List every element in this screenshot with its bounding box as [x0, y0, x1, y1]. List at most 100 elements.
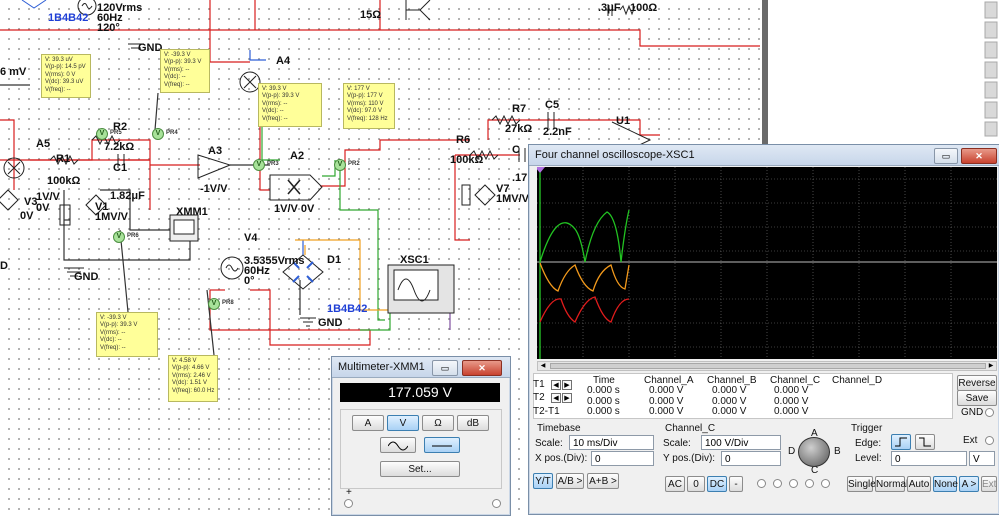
probe-tag: PR6 — [127, 233, 139, 239]
timebase-xpos-field[interactable]: 0 — [591, 451, 654, 466]
probe-reading: V(dc): 1.51 V — [172, 380, 208, 387]
r6-value: 100kΩ — [450, 154, 484, 166]
oscilloscope-screen[interactable] — [537, 167, 997, 359]
scrollbar-right-arrow[interactable]: ▶ — [986, 362, 996, 370]
probe-marker-icon[interactable]: V — [96, 128, 108, 140]
trigger-none-button[interactable]: None — [933, 476, 958, 492]
v3-off: 0V — [36, 202, 50, 214]
yt-mode-button[interactable]: Y/T — [533, 473, 553, 489]
header-channel-d: Channel_D — [832, 375, 883, 386]
probe-box-1[interactable]: V: 39.3 uV V(p-p): 14.5 pV V(rms): 0 V V(dc… — [41, 54, 91, 98]
rising-edge-button[interactable] — [891, 434, 911, 450]
probe-reading: V(dc): -- — [164, 74, 186, 81]
a-plus-b-mode-button[interactable]: A+B > — [587, 473, 619, 489]
channel-ypos-field[interactable]: 0 — [721, 451, 781, 466]
multimeter-close-button[interactable]: ✕ — [462, 360, 502, 376]
channel-selector-knob[interactable] — [798, 437, 830, 467]
probe-reading: V: 39.3 uV — [45, 57, 73, 63]
probe-reading: V: -39.3 V — [100, 315, 127, 321]
probe-box-5[interactable]: V: -39.3 V V(p-p): 39.3 V V(rms): -- V(dc):… — [96, 312, 158, 357]
channel-terminal-3[interactable] — [789, 479, 798, 488]
falling-edge-button[interactable] — [915, 434, 935, 450]
channel-ypos-label: Y pos.(Div): — [663, 453, 716, 464]
probe-box-3[interactable]: V: 39.3 V V(p-p): 39.3 V V(rms): -- V(dc): … — [258, 83, 322, 127]
channel-a-value: 0.000 V — [649, 406, 684, 417]
mode-button-ohm[interactable]: Ω — [422, 415, 454, 431]
t2-left-arrow-icon[interactable]: ◀ — [551, 393, 561, 403]
coupling-minus-button[interactable]: - — [729, 476, 743, 492]
dc-button[interactable] — [424, 437, 460, 453]
mode-button-a[interactable]: A — [352, 415, 384, 431]
probe-box-6[interactable]: V: 4.58 V V(p-p): 4.66 V V(rms): 2.46 V V(d… — [168, 355, 218, 402]
gnd-terminal[interactable] — [985, 408, 994, 417]
trigger-level-unit[interactable]: V — [969, 451, 995, 466]
probe-marker-icon[interactable]: V — [208, 298, 220, 310]
trigger-source-a-button[interactable]: A > — [959, 476, 979, 492]
trigger-level-field[interactable]: 0 — [891, 451, 967, 466]
trigger-source-ext-button[interactable]: Ext — [981, 476, 997, 492]
channel-scale-field[interactable]: 100 V/Div — [701, 435, 781, 450]
oscilloscope-restore-button[interactable]: ▭ — [934, 148, 958, 164]
trigger-ext-terminal[interactable] — [985, 436, 994, 445]
probe-marker-icon[interactable]: V — [334, 159, 346, 171]
channel-terminal-4[interactable] — [805, 479, 814, 488]
probe-marker-icon[interactable]: V — [253, 159, 265, 171]
probe-reading: V(freq): -- — [164, 81, 190, 88]
probe-reading: V(freq): -- — [100, 344, 126, 351]
scrollbar-left-arrow[interactable]: ◀ — [538, 362, 548, 370]
probe-tag: PR5 — [110, 130, 122, 136]
timebase-scale-field[interactable]: 10 ms/Div — [569, 435, 654, 450]
trigger-auto-button[interactable]: Auto — [907, 476, 931, 492]
channel-terminal-5[interactable] — [821, 479, 830, 488]
reverse-button[interactable]: Reverse — [957, 375, 997, 391]
set-button[interactable]: Set... — [380, 461, 460, 477]
probe-marker-icon[interactable]: V — [113, 231, 125, 243]
trigger-edge-label: Edge: — [855, 438, 882, 449]
channel-b-value: 0.000 V — [712, 385, 747, 396]
bridge-1b4b42-top: 1B4B42 — [48, 12, 89, 24]
scrollbar-thumb[interactable] — [550, 363, 986, 369]
channel-terminal-2[interactable] — [773, 479, 782, 488]
mode-button-db[interactable]: dB — [457, 415, 489, 431]
screen-scrollbar[interactable]: ◀ ▶ — [537, 361, 997, 371]
a4-label: A4 — [276, 55, 291, 67]
knob-label-d: D — [788, 446, 796, 457]
channel-c-value: 0.000 V — [774, 385, 809, 396]
multimeter-restore-button[interactable]: ▭ — [432, 360, 458, 376]
probe-marker-icon[interactable]: V — [152, 128, 164, 140]
probe-reading: V(freq): 60.0 Hz — [172, 387, 215, 394]
t1-left-arrow-icon[interactable]: ◀ — [551, 380, 561, 390]
coupling-zero-button[interactable]: 0 — [687, 476, 705, 492]
ab-mode-button[interactable]: A/B > — [556, 473, 584, 489]
multimeter-reading: 177.059 V — [388, 384, 452, 400]
oscilloscope-titlebar[interactable]: Four channel oscilloscope-XSC1 — [529, 145, 999, 166]
a2-label: A2 — [290, 150, 305, 162]
trigger-normal-button[interactable]: Normal — [875, 476, 908, 492]
coupling-dc-button[interactable]: DC — [707, 476, 727, 492]
channel-terminal-1[interactable] — [757, 479, 766, 488]
plus-terminal[interactable] — [344, 499, 353, 508]
rising-edge-icon — [895, 437, 907, 447]
channel-a-value: 0.000 V — [649, 385, 684, 396]
oscilloscope-close-button[interactable]: ✕ — [961, 148, 997, 164]
v1-gain: 1MV/V — [95, 211, 129, 223]
probe-tag: PR2 — [348, 161, 360, 167]
oscilloscope-window[interactable]: Four channel oscilloscope-XSC1 ▭ ✕ ◀ ▶ T… — [528, 144, 999, 515]
r1-value: 100kΩ — [47, 175, 81, 187]
r2-value: 7.2kΩ — [104, 141, 135, 153]
minus-terminal[interactable] — [492, 499, 501, 508]
d1-part: 1B4B42 — [327, 303, 368, 315]
coupling-ac-button[interactable]: AC — [665, 476, 685, 492]
ac-button[interactable] — [380, 437, 416, 453]
probe-box-4[interactable]: V: 177 V V(p-p): 177 V V(rms): 110 V V(dc):… — [343, 83, 395, 129]
v3-off2: 0V — [20, 210, 34, 222]
probe-box-2[interactable]: V: -39.3 V V(p-p): 39.3 V V(rms): -- V(dc):… — [160, 49, 210, 93]
trigger-single-button[interactable]: Single — [847, 476, 876, 492]
probe-reading: V(p-p): 39.3 V — [164, 59, 202, 66]
probe-tag: PR8 — [222, 300, 234, 306]
t2-right-arrow-icon[interactable]: ▶ — [562, 393, 572, 403]
multimeter-window[interactable]: Multimeter-XMM1 ▭ ✕ 177.059 V A V Ω dB S… — [331, 356, 511, 516]
save-button[interactable]: Save — [957, 390, 997, 406]
t1-right-arrow-icon[interactable]: ▶ — [562, 380, 572, 390]
mode-button-v[interactable]: V — [387, 415, 419, 431]
